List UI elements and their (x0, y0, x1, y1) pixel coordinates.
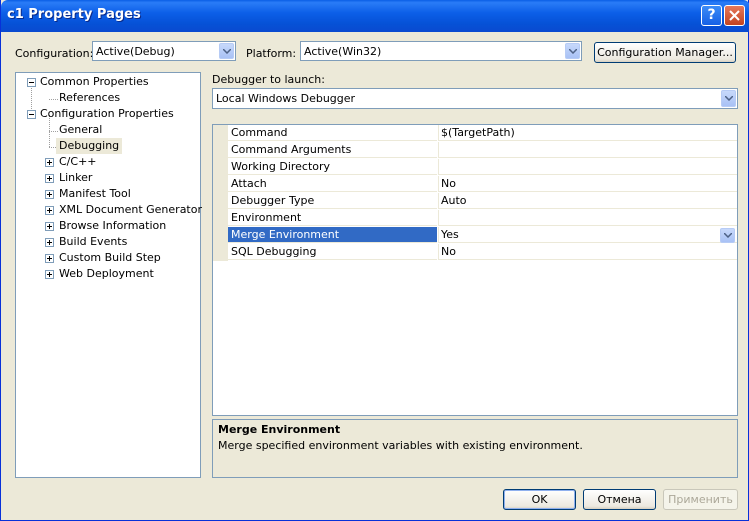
tree-node-xml-document-generator[interactable]: XML Document Generator (59, 202, 202, 218)
row-gutter (213, 210, 228, 227)
property-name[interactable]: Debugger Type (228, 193, 437, 209)
property-name[interactable]: SQL Debugging (228, 244, 437, 260)
tree-node-build-events[interactable]: Build Events (59, 234, 127, 250)
property-row[interactable]: Debugger Type Auto (213, 193, 737, 210)
help-button[interactable]: ? (701, 5, 722, 26)
configuration-label: Configuration: (15, 47, 94, 60)
expand-icon[interactable] (45, 174, 54, 183)
property-row[interactable]: Attach No (213, 176, 737, 193)
configuration-value: Active(Debug) (96, 45, 175, 58)
row-gutter (213, 159, 228, 176)
chevron-down-icon[interactable] (721, 90, 736, 107)
tree-node-manifest-tool[interactable]: Manifest Tool (59, 186, 131, 202)
title-bar[interactable]: c1 Property Pages ? (1, 0, 749, 32)
tree-node-configuration-properties[interactable]: Configuration Properties (40, 106, 174, 122)
window-title: c1 Property Pages (7, 7, 141, 22)
settings-tree[interactable]: Common Properties References Configurati… (15, 72, 202, 478)
tree-node-browse-information[interactable]: Browse Information (59, 218, 166, 234)
close-button[interactable] (724, 5, 745, 26)
tree-node-common-properties[interactable]: Common Properties (40, 74, 149, 90)
tree-node-cpp[interactable]: C/C++ (59, 154, 97, 170)
platform-value: Active(Win32) (304, 45, 382, 58)
chevron-down-icon[interactable] (219, 43, 234, 59)
expand-icon[interactable] (45, 222, 54, 231)
property-value[interactable]: Auto (438, 193, 737, 209)
property-pages-dialog: c1 Property Pages ? Configuration: Activ… (0, 0, 749, 521)
expand-icon[interactable] (45, 158, 54, 167)
configuration-manager-button[interactable]: Configuration Manager... (594, 42, 736, 63)
debugger-launch-label: Debugger to launch: (212, 73, 325, 86)
configuration-combo[interactable]: Active(Debug) (92, 41, 236, 61)
platform-combo[interactable]: Active(Win32) (300, 41, 582, 61)
property-row[interactable]: Command $(TargetPath) (213, 125, 737, 142)
property-value[interactable]: No (438, 176, 737, 192)
property-value[interactable]: $(TargetPath) (438, 125, 737, 141)
property-row[interactable]: Environment (213, 210, 737, 227)
ok-button[interactable]: OK (503, 489, 576, 510)
property-grid[interactable]: Command $(TargetPath) Command Arguments … (212, 124, 738, 416)
cancel-button[interactable]: Отмена (583, 489, 656, 510)
row-gutter (213, 176, 228, 193)
row-gutter (213, 193, 228, 210)
property-value[interactable] (438, 210, 737, 226)
apply-button[interactable]: Применить (663, 489, 738, 510)
tree-node-references[interactable]: References (59, 90, 120, 106)
tree-node-linker[interactable]: Linker (59, 170, 92, 186)
row-gutter (213, 244, 228, 261)
expand-icon[interactable] (45, 190, 54, 199)
chevron-down-icon[interactable] (565, 43, 580, 59)
property-name[interactable]: Attach (228, 176, 437, 192)
tree-node-general[interactable]: General (59, 122, 102, 138)
property-value-text: Yes (441, 228, 459, 241)
row-gutter (213, 142, 228, 159)
property-value[interactable]: Yes (438, 227, 737, 243)
property-name[interactable]: Command (228, 125, 437, 141)
property-name[interactable]: Environment (228, 210, 437, 226)
tree-line (49, 131, 58, 132)
tree-node-debugging[interactable]: Debugging (56, 138, 123, 154)
expand-icon[interactable] (45, 238, 54, 247)
expand-icon[interactable] (45, 270, 54, 279)
collapse-icon[interactable] (27, 110, 36, 119)
property-value[interactable] (438, 142, 737, 158)
property-row-selected[interactable]: Merge Environment Yes (213, 227, 737, 244)
collapse-icon[interactable] (27, 78, 36, 87)
debugger-launch-combo[interactable]: Local Windows Debugger (212, 88, 738, 109)
row-gutter (213, 227, 228, 244)
property-value[interactable]: No (438, 244, 737, 260)
expand-icon[interactable] (45, 254, 54, 263)
property-row[interactable]: SQL Debugging No (213, 244, 737, 261)
chevron-down-icon[interactable] (720, 228, 735, 243)
row-gutter (213, 125, 228, 142)
tree-line (49, 99, 58, 100)
close-icon (729, 10, 740, 21)
tree-node-custom-build-step[interactable]: Custom Build Step (59, 250, 161, 266)
property-name[interactable]: Command Arguments (228, 142, 437, 158)
description-title: Merge Environment (218, 423, 341, 436)
property-row[interactable]: Command Arguments (213, 142, 737, 159)
help-icon: ? (707, 7, 716, 23)
property-name[interactable]: Merge Environment (228, 227, 437, 243)
expand-icon[interactable] (45, 206, 54, 215)
platform-label: Platform: (246, 47, 297, 60)
debugger-launch-value: Local Windows Debugger (216, 92, 356, 105)
tree-node-web-deployment[interactable]: Web Deployment (59, 266, 154, 282)
property-value[interactable] (438, 159, 737, 175)
property-row[interactable]: Working Directory (213, 159, 737, 176)
description-panel: Merge Environment Merge specified enviro… (212, 419, 738, 478)
description-text: Merge specified environment variables wi… (218, 439, 583, 452)
property-name[interactable]: Working Directory (228, 159, 437, 175)
